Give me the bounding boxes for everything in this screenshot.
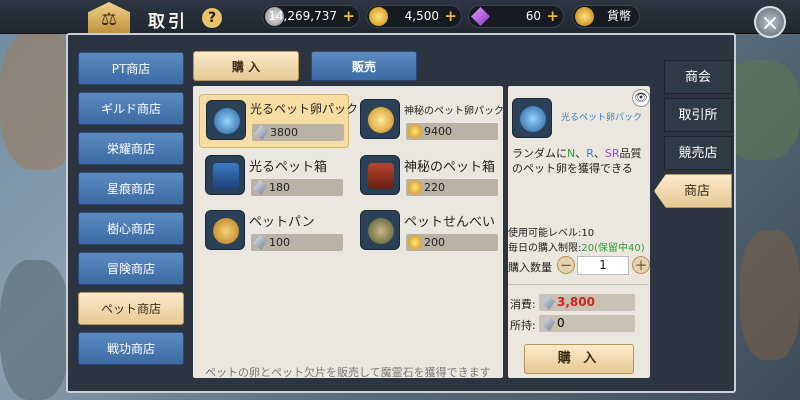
gold-currency: 4,500 + — [366, 5, 462, 28]
add-silver-button[interactable]: + — [342, 6, 355, 27]
item-glowing-pet-egg-pack[interactable]: 光るペット卵パック 3800 — [199, 94, 358, 148]
gem-currency: 60 + — [468, 5, 564, 28]
item-price: 9400 — [406, 123, 498, 140]
item-name: ペットせんべい — [404, 215, 496, 230]
item-name: 神秘のペット卵パック — [404, 106, 504, 117]
gold-coin-icon — [408, 124, 422, 139]
cracker-icon — [360, 210, 400, 250]
gold-coin-icon — [408, 235, 422, 250]
treasure-box-icon — [360, 155, 400, 195]
item-name: 光るペット卵パック — [250, 102, 359, 116]
cost-label: 消費: — [510, 298, 536, 311]
quantity-minus-button[interactable]: − — [557, 256, 575, 274]
currency-coin-icon — [575, 7, 594, 26]
item-name: ペットパン — [249, 215, 315, 230]
menu-guild-shop[interactable]: ギルド商店 — [78, 92, 184, 125]
menu-merit-shop[interactable]: 戦功商店 — [78, 332, 184, 365]
currency-menu-button[interactable]: 貨幣 — [572, 5, 640, 28]
item-mystic-pet-egg-pack[interactable]: 神秘のペット卵パック 9400 — [354, 94, 504, 148]
menu-pet-shop[interactable]: ペット商店 — [78, 292, 184, 325]
menu-glory-shop[interactable]: 栄耀商店 — [78, 132, 184, 165]
detail-description: ランダムにN、R、SR品質のペット卵を獲得できる — [512, 147, 642, 175]
menu-startrace-shop[interactable]: 星痕商店 — [78, 172, 184, 205]
menu-pt-shop[interactable]: PT商店 — [78, 52, 184, 85]
gold-coin-icon — [369, 7, 388, 26]
tab-buy[interactable]: 購 入 — [193, 51, 299, 81]
tab-auction[interactable]: 競売店 — [664, 136, 732, 170]
item-pet-bread[interactable]: ペットパン 100 — [199, 205, 349, 259]
cost-value: 3,800 — [539, 294, 635, 311]
crystal-icon — [253, 180, 267, 195]
background-scenery — [0, 260, 70, 400]
quantity-label: 購入数量 — [508, 261, 552, 274]
silver-amount: 14,269,737 — [268, 9, 337, 23]
item-name: 光るペット箱 — [249, 160, 328, 175]
gold-amount: 4,500 — [404, 9, 439, 23]
owned-value: 0 — [539, 315, 635, 332]
background-scenery — [740, 230, 800, 360]
egg-pack-icon — [206, 100, 246, 140]
close-icon[interactable]: × — [754, 6, 786, 38]
item-price: 220 — [406, 179, 498, 196]
item-price: 200 — [406, 234, 498, 251]
add-gold-button[interactable]: + — [444, 6, 457, 27]
currency-label: 貨幣 — [606, 9, 631, 23]
item-glowing-pet-box[interactable]: 光るペット箱 180 — [199, 150, 349, 204]
menu-adventure-shop[interactable]: 冒険商店 — [78, 252, 184, 285]
tab-exchange[interactable]: 取引所 — [664, 98, 732, 132]
tab-guild-commerce[interactable]: 商会 — [664, 60, 732, 94]
tab-sell[interactable]: 販売 — [311, 51, 417, 81]
bread-icon — [205, 210, 245, 250]
quantity-plus-button[interactable]: + — [632, 256, 650, 274]
item-price: 180 — [251, 179, 343, 196]
buy-button[interactable]: 購 入 — [524, 344, 634, 374]
gold-coin-icon — [408, 180, 422, 195]
detail-item-name: 光るペット卵パック — [561, 113, 643, 123]
crystal-icon — [254, 125, 268, 140]
divider — [508, 284, 648, 285]
item-price: 3800 — [252, 124, 344, 141]
treasure-box-icon — [205, 155, 245, 195]
crystal-icon — [541, 295, 555, 310]
daily-limit: 毎日の購入制限:20(保留中40) — [508, 243, 645, 254]
silver-currency: 14,269,737 + — [262, 5, 360, 28]
crystal-icon — [253, 235, 267, 250]
help-button[interactable]: ? — [202, 8, 222, 28]
item-pet-cracker[interactable]: ペットせんべい 200 — [354, 205, 504, 259]
scales-icon: ⚖ — [88, 2, 130, 36]
top-bar: ⚖ 取引 ? 14,269,737 + 4,500 + 60 + 貨幣 — [0, 0, 800, 36]
add-gem-button[interactable]: + — [546, 6, 559, 27]
item-mystic-pet-box[interactable]: 神秘のペット箱 220 — [354, 150, 504, 204]
tab-shop[interactable]: 商店 — [654, 174, 732, 208]
menu-treeheart-shop[interactable]: 樹心商店 — [78, 212, 184, 245]
owned-label: 所持: — [510, 319, 536, 332]
item-price: 100 — [251, 234, 343, 251]
egg-pack-icon — [512, 98, 552, 138]
usable-level: 使用可能レベル:10 — [508, 228, 595, 239]
quantity-input[interactable]: 1 — [577, 256, 629, 275]
item-name: 神秘のペット箱 — [404, 160, 496, 175]
page-title: 取引 — [148, 12, 188, 32]
purple-gem-icon — [471, 7, 490, 26]
gem-amount: 60 — [525, 9, 541, 23]
egg-pack-icon — [360, 99, 400, 139]
crystal-icon — [541, 316, 555, 331]
eye-icon[interactable]: 👁 — [632, 89, 650, 107]
footnote: ペットの卵とペット欠片を販売して魔霊石を獲得できます — [205, 366, 491, 379]
